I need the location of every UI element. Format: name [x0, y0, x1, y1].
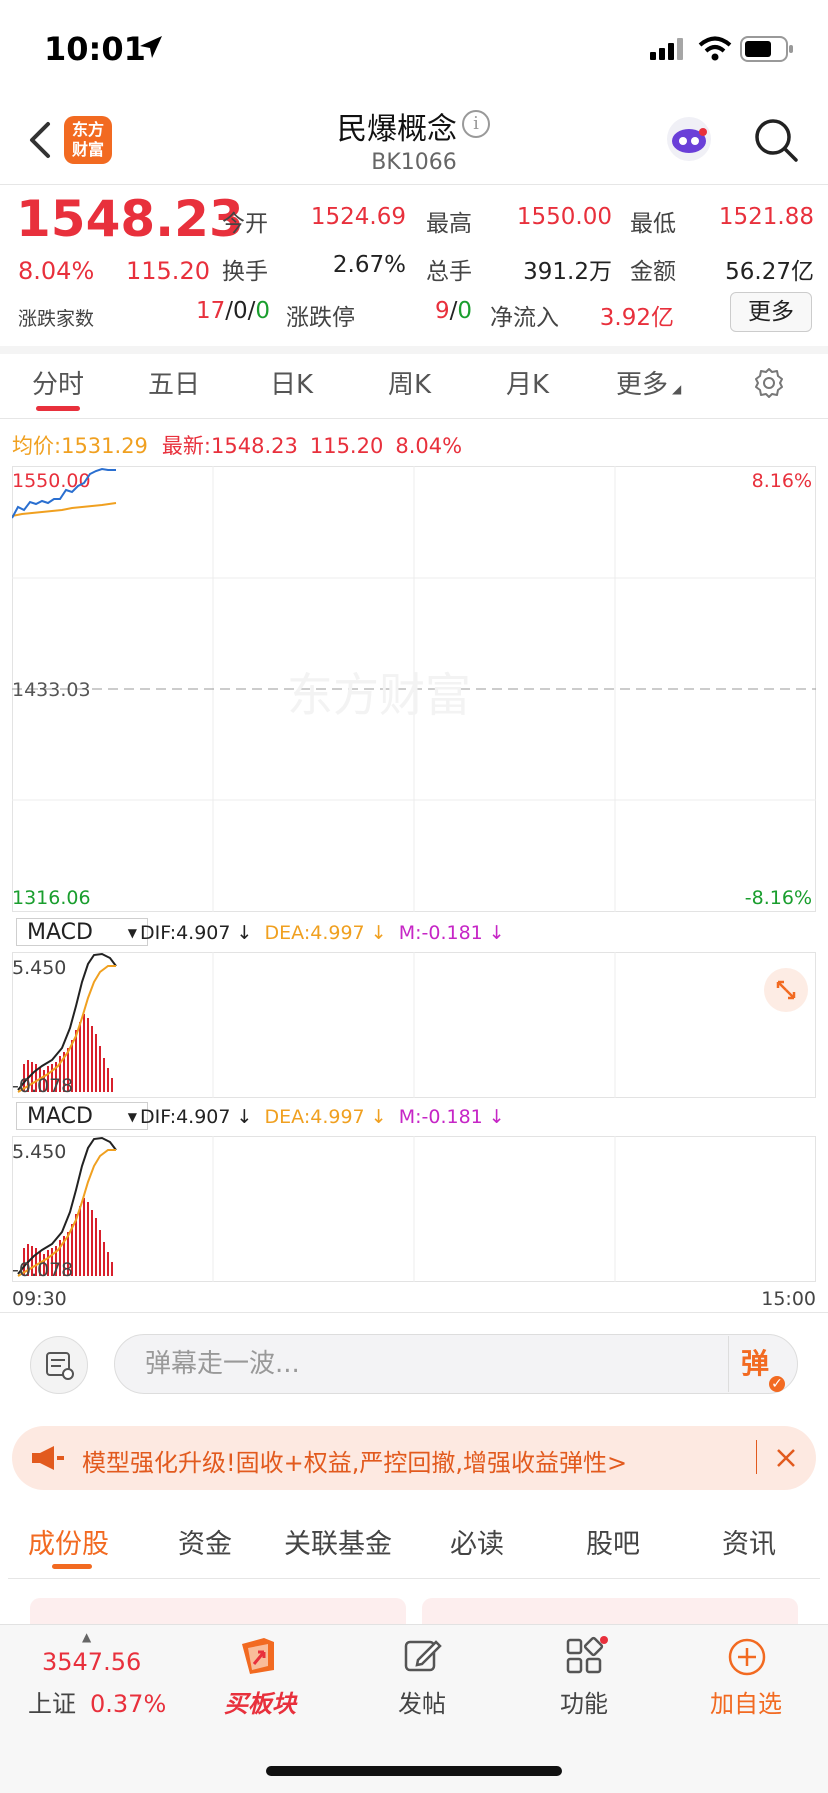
tab-daily-k[interactable]: 日K: [270, 364, 313, 401]
index-summary[interactable]: 上证 0.37%: [28, 1684, 166, 1719]
netflow-value: 3.92亿: [599, 305, 674, 331]
tab-forum[interactable]: 股吧: [586, 1522, 640, 1561]
search-icon[interactable]: [752, 116, 800, 164]
tab-news[interactable]: 资讯: [722, 1522, 776, 1561]
limit-label: 涨跌停: [286, 305, 355, 331]
turnover-label: 换手: [222, 259, 268, 285]
macd-stats: DIF:4.907 ↓ DEA:4.997 ↓ M:-0.181 ↓: [140, 922, 505, 944]
danmu-toggle-button[interactable]: [30, 1336, 88, 1394]
open-value: 1524.69: [310, 204, 406, 230]
intraday-summary: 均价:1531.29 最新:1548.23 115.20 8.04%: [12, 434, 463, 458]
divider: [8, 1578, 820, 1579]
turnover-value: 2.67%: [332, 252, 406, 278]
edit-post-icon[interactable]: [402, 1636, 442, 1676]
tab-related-funds[interactable]: 关联基金: [284, 1522, 392, 1561]
time-axis-start: 09:30: [12, 1288, 67, 1310]
close-icon[interactable]: [774, 1446, 798, 1470]
banner-text: 模型强化升级!固收+权益,严控回撤,增强收益弹性>: [82, 1449, 628, 1477]
amount-value: 56.27亿: [725, 259, 814, 285]
volume-label: 总手: [426, 259, 472, 285]
open-label: 今开: [222, 211, 268, 237]
dropdown-icon: ▼: [127, 926, 137, 940]
add-watchlist-icon[interactable]: [726, 1636, 768, 1678]
divider: [0, 1312, 828, 1313]
megaphone-icon: [32, 1446, 64, 1470]
pct-axis-bottom: -8.16%: [745, 887, 812, 909]
home-indicator: [266, 1766, 562, 1776]
y-axis-top: 1550.00: [12, 470, 91, 492]
updown-count-label: 涨跌家数: [18, 308, 95, 330]
change-percent: 8.04%: [18, 257, 95, 285]
macd-y-top: 5.450: [12, 957, 66, 979]
macd-chart-2[interactable]: 5.450 -0.078: [12, 1136, 816, 1282]
section-divider: [0, 346, 828, 354]
tab-constituents[interactable]: 成份股: [28, 1522, 109, 1561]
amount-label: 金额: [630, 259, 676, 285]
cellular-signal-icon: [650, 38, 683, 60]
limit-value: 9/0: [434, 298, 472, 324]
macd-selector-2[interactable]: MACD ▼: [16, 1102, 148, 1130]
promo-banner[interactable]: 模型强化升级!固收+权益,严控回撤,增强收益弹性>: [12, 1426, 816, 1490]
macd-stats-2: DIF:4.907 ↓ DEA:4.997 ↓ M:-0.181 ↓: [140, 1106, 505, 1128]
tab-monthly-k[interactable]: 月K: [506, 364, 549, 401]
volume-value: 391.2万: [523, 259, 612, 285]
danmu-icon: [46, 1352, 74, 1380]
assistant-robot-icon[interactable]: [664, 114, 714, 164]
gear-icon[interactable]: [752, 366, 786, 400]
tab-more[interactable]: 更多 ◢: [616, 364, 681, 401]
check-icon: ✓: [769, 1376, 785, 1392]
banner-divider: [756, 1440, 757, 1474]
tab-five-day[interactable]: 五日: [148, 364, 200, 401]
y-axis-mid: 1433.03: [12, 679, 91, 701]
active-tab-indicator: [52, 1564, 92, 1569]
low-label: 最低: [630, 211, 676, 237]
functions-label[interactable]: 功能: [524, 1684, 644, 1719]
tab-funds-flow[interactable]: 资金: [178, 1522, 232, 1561]
macd-selector[interactable]: MACD ▼: [16, 918, 148, 946]
divider: [0, 418, 828, 419]
buy-sector-icon[interactable]: [234, 1634, 286, 1678]
tab-must-read[interactable]: 必读: [450, 1522, 504, 1561]
up-caret-icon: ▲: [82, 1630, 92, 1644]
netflow-label: 净流入: [490, 305, 559, 331]
battery-icon: [740, 36, 793, 62]
add-watchlist-label[interactable]: 加自选: [686, 1684, 806, 1719]
tab-intraday[interactable]: 分时: [32, 364, 84, 401]
macd-chart[interactable]: 5.450 -0.078: [12, 952, 816, 1098]
watermark: 东方财富: [287, 668, 471, 722]
functions-grid-icon[interactable]: [564, 1636, 608, 1676]
danmu-input[interactable]: 弹幕走一波...: [114, 1334, 798, 1394]
more-button[interactable]: 更多: [730, 292, 812, 332]
macd-y-bottom-2: -0.078: [12, 1259, 73, 1281]
intraday-chart[interactable]: 东方财富 1550.00 1433.03 1316.06 8.16% -8.16…: [12, 466, 816, 912]
danmu-send-button[interactable]: 弹✓: [728, 1336, 797, 1392]
high-label: 最高: [426, 211, 472, 237]
dropdown-icon: ▼: [127, 1110, 137, 1124]
index-value[interactable]: 3547.56: [42, 1648, 141, 1676]
active-tab-indicator: [36, 406, 80, 411]
current-price: 1548.23: [16, 190, 244, 248]
divider: [0, 184, 828, 185]
high-value: 1550.00: [516, 204, 612, 230]
wifi-icon: [698, 36, 732, 61]
y-axis-bottom: 1316.06: [12, 887, 91, 909]
status-time: 10:01: [44, 30, 146, 68]
macd-y-top-2: 5.450: [12, 1141, 66, 1163]
tab-weekly-k[interactable]: 周K: [388, 364, 431, 401]
buy-sector-label[interactable]: 买板块: [200, 1684, 320, 1719]
pct-axis-top: 8.16%: [752, 470, 812, 492]
updown-count-value: 17/0/0: [195, 298, 270, 324]
post-label[interactable]: 发帖: [362, 1684, 482, 1719]
low-value: 1521.88: [718, 204, 814, 230]
change-amount: 115.20: [126, 257, 210, 285]
macd-y-bottom: -0.078: [12, 1075, 73, 1097]
info-icon[interactable]: i: [462, 110, 490, 138]
dropdown-triangle-icon: ◢: [672, 382, 682, 396]
location-arrow-icon: [140, 36, 162, 58]
time-axis-end: 15:00: [761, 1288, 816, 1310]
